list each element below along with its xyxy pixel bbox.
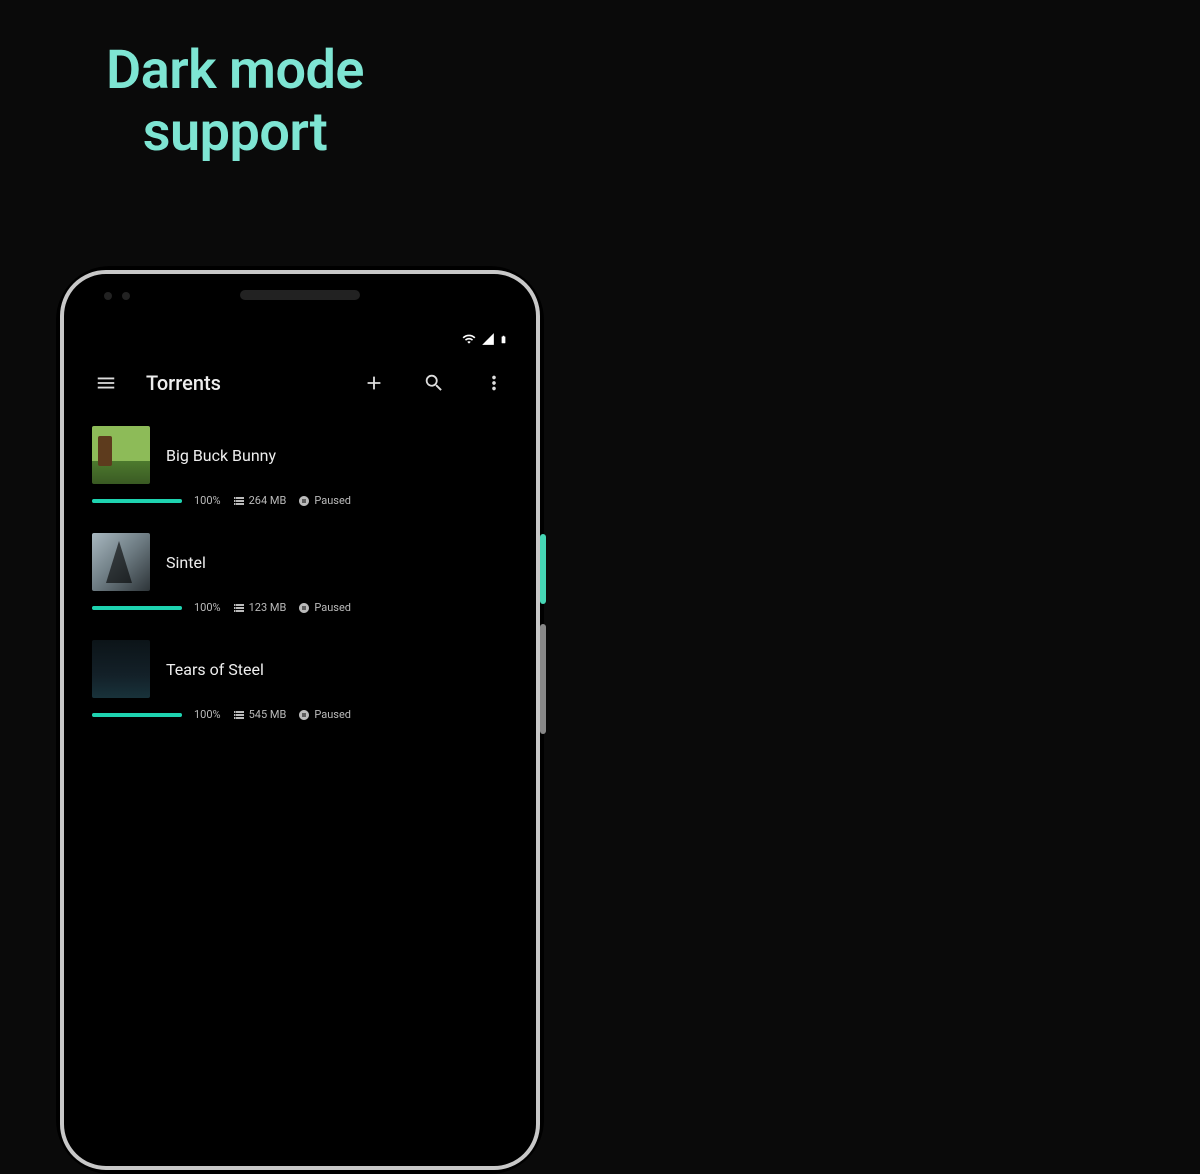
torrent-state: Paused [298, 494, 351, 507]
status-bar [78, 322, 522, 356]
phone-earpiece [240, 290, 360, 300]
phone-power-button [540, 534, 546, 604]
torrent-percent: 100% [194, 494, 221, 507]
app-bar: Torrents [78, 356, 522, 410]
torrent-size: 264 MB [233, 494, 287, 507]
torrent-state: Paused [298, 601, 351, 614]
phone-volume-button [540, 624, 546, 734]
torrent-size: 545 MB [233, 708, 287, 721]
torrent-size: 123 MB [233, 601, 287, 614]
pause-circle-icon [298, 709, 310, 721]
add-button[interactable] [354, 363, 394, 403]
storage-icon [233, 495, 245, 507]
torrent-thumbnail [92, 640, 150, 698]
torrent-progress-bar [92, 499, 182, 503]
search-icon [423, 372, 445, 394]
torrent-name: Big Buck Bunny [166, 446, 276, 465]
phone-screen-torrents: Torrents Big Buck Bunny [78, 322, 522, 1152]
torrent-thumbnail [92, 426, 150, 484]
torrent-percent: 100% [194, 601, 221, 614]
phone-mockup-torrents: Torrents Big Buck Bunny [60, 270, 540, 1170]
phone-camera-dots [104, 292, 130, 300]
app-bar-title: Torrents [146, 371, 221, 395]
menu-button[interactable] [86, 363, 126, 403]
torrent-state: Paused [298, 708, 351, 721]
overflow-button[interactable] [474, 363, 514, 403]
pause-circle-icon [298, 602, 310, 614]
storage-icon [233, 602, 245, 614]
torrent-name: Sintel [166, 553, 206, 572]
plus-icon [363, 372, 385, 394]
torrent-percent: 100% [194, 708, 221, 721]
battery-icon [499, 332, 508, 347]
torrent-progress-bar [92, 606, 182, 610]
torrent-thumbnail [92, 533, 150, 591]
torrent-progress-bar [92, 713, 182, 717]
headline-dark-mode: Dark mode support [50, 40, 420, 164]
search-button[interactable] [414, 363, 454, 403]
torrent-name: Tears of Steel [166, 660, 264, 679]
pause-circle-icon [298, 495, 310, 507]
signal-icon [481, 332, 495, 346]
panel-dark-mode: Dark mode support Torrents [0, 0, 590, 1008]
more-vert-icon [483, 372, 505, 394]
panel-watch-while-downloading: 01:26 10:35 Watch while downloading [610, 0, 1200, 1008]
headline-line-2: support [143, 101, 328, 164]
torrent-item[interactable]: Big Buck Bunny 100% 264 MB Paused [78, 410, 522, 517]
torrent-item[interactable]: Sintel 100% 123 MB Paused [78, 517, 522, 624]
headline-line-1: Dark mode [106, 39, 364, 102]
storage-icon [233, 709, 245, 721]
hamburger-icon [95, 372, 117, 394]
torrent-item[interactable]: Tears of Steel 100% 545 MB Paused [78, 624, 522, 731]
wifi-icon [461, 332, 477, 346]
